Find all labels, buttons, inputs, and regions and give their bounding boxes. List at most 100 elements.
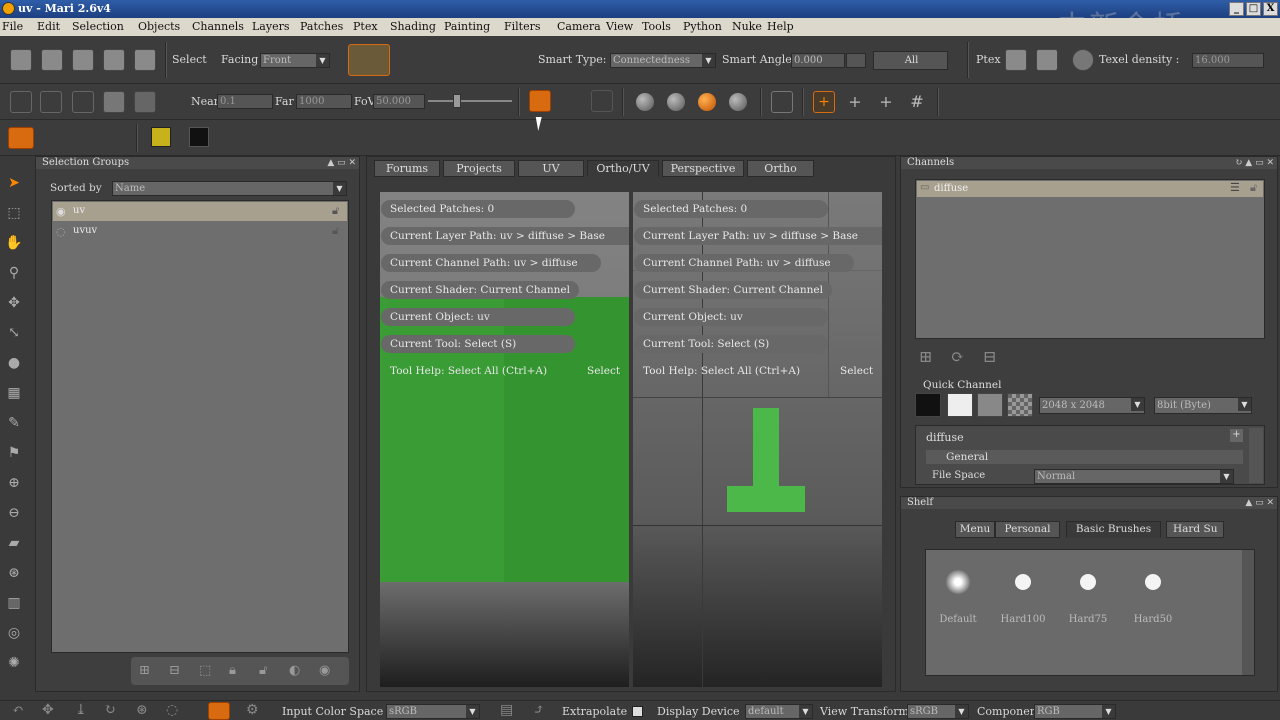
panel-window-controls[interactable]: ▲ ▭ ✕ <box>1245 497 1274 509</box>
select-tool-icon[interactable]: ➤ <box>5 174 23 192</box>
paint-buffer-icon[interactable] <box>529 90 551 112</box>
shelf-tab-hard-surface[interactable]: Hard Su <box>1166 521 1224 538</box>
brush-tool-icon[interactable]: ✎ <box>5 414 23 432</box>
orbit-icon[interactable]: ⊛ <box>136 702 148 718</box>
lock-icon[interactable]: 🔒︎ <box>229 663 236 678</box>
panel-window-controls[interactable]: ↻ ▲ ▭ ✕ <box>1235 157 1274 169</box>
all-button[interactable]: All <box>873 51 948 70</box>
hide-icon[interactable]: ◐ <box>289 663 300 678</box>
shelf-tab-menu[interactable]: Menu <box>955 521 995 538</box>
menu-selection[interactable]: Selection <box>72 20 124 33</box>
eye-icon[interactable]: ◉ <box>319 663 330 678</box>
menu-nuke[interactable]: Nuke <box>732 20 762 33</box>
save-icon[interactable] <box>72 49 94 71</box>
uv-shell-base[interactable] <box>727 486 805 512</box>
add-group-icon[interactable]: ⊞ <box>139 663 150 678</box>
menu-shading[interactable]: Shading <box>390 20 436 33</box>
smart-angle-input[interactable]: 0.000 <box>791 53 845 68</box>
polygon-select-icon[interactable] <box>448 49 470 71</box>
eye-icon[interactable] <box>40 127 62 149</box>
undo-icon[interactable]: ↶ <box>12 702 24 718</box>
mesh-select-icon[interactable] <box>493 49 515 71</box>
mirror-settings-icon[interactable] <box>979 91 1001 113</box>
input-color-space-dropdown[interactable]: sRGB ▼ <box>386 704 480 719</box>
arrow-down-icon[interactable]: ⤓ <box>75 702 87 718</box>
lock-icon[interactable]: 🔓︎ <box>1250 181 1257 195</box>
menu-camera[interactable]: Camera <box>557 20 601 33</box>
lasso-select-icon[interactable] <box>402 49 424 71</box>
close-button[interactable]: X <box>1263 2 1278 16</box>
document-icon[interactable]: ▤ <box>500 702 513 718</box>
move-icon[interactable]: ✥ <box>42 702 54 718</box>
globe-icon[interactable] <box>1072 49 1094 71</box>
general-group-header[interactable]: General <box>926 450 1243 464</box>
gear-icon[interactable] <box>560 90 582 112</box>
menu-file[interactable]: File <box>2 20 23 33</box>
rectangle-select-icon[interactable] <box>348 44 390 76</box>
menu-painting[interactable]: Painting <box>444 20 490 33</box>
lights-icon[interactable] <box>165 91 187 113</box>
uv-shell-stem[interactable] <box>753 408 779 488</box>
shelf-tab-personal[interactable]: Personal <box>995 521 1060 538</box>
paint-tool-icon[interactable]: ● <box>5 354 23 372</box>
texel-density-input[interactable]: 16.000 <box>1192 53 1264 68</box>
select-group-icon[interactable]: ⬚ <box>199 663 211 678</box>
blur-tool-icon[interactable]: ◎ <box>5 624 23 642</box>
menu-edit[interactable]: Edit <box>37 20 60 33</box>
tab-uv[interactable]: UV <box>518 160 584 177</box>
transparent-swatch[interactable] <box>1007 393 1033 417</box>
move-tool-icon[interactable]: ✥ <box>5 294 23 312</box>
brush-hard100[interactable]: Hard100 <box>993 574 1053 625</box>
view-transform-dropdown[interactable]: sRGB ▼ <box>907 704 969 719</box>
component-dropdown[interactable]: RGB ▼ <box>1034 704 1116 719</box>
maximize-button[interactable]: □ <box>1246 2 1261 16</box>
smart-type-dropdown[interactable]: Connectedness ▼ <box>610 53 716 68</box>
wireframe-icon[interactable] <box>771 91 793 113</box>
tab-ortho-uv[interactable]: Ortho/UV <box>587 160 659 177</box>
shelf-tab-basic-brushes[interactable]: Basic Brushes <box>1066 521 1161 538</box>
settings-icon[interactable]: ⚙ <box>246 702 259 718</box>
add-channel-icon[interactable]: ⊞ <box>919 347 932 366</box>
add-property-icon[interactable]: + <box>1230 429 1243 442</box>
list-item[interactable]: ▭ diffuse ☰ 🔓︎ <box>917 181 1263 197</box>
menu-patches[interactable]: Patches <box>300 20 343 33</box>
current-channel-shading-icon[interactable] <box>698 93 716 111</box>
curve-icon[interactable]: ⤴ <box>533 702 545 718</box>
ptex-resize-icon[interactable] <box>1005 49 1027 71</box>
close-project-icon[interactable] <box>41 49 63 71</box>
unlock-icon[interactable]: 🔓︎ <box>259 663 267 678</box>
gradient-tool-icon[interactable]: ▥ <box>5 594 23 612</box>
near-input[interactable]: 0.1 <box>217 94 273 109</box>
fov-slider-track[interactable] <box>428 100 512 102</box>
eye-icon[interactable] <box>102 127 124 149</box>
remove-group-icon[interactable]: ⊟ <box>169 663 180 678</box>
menu-view[interactable]: View <box>606 20 633 33</box>
tab-forums[interactable]: Forums <box>374 160 440 177</box>
zoom-icon[interactable]: ◌ <box>166 702 178 718</box>
flat-shading-icon[interactable] <box>636 93 654 111</box>
menu-ptex[interactable]: Ptex <box>353 20 378 33</box>
lock-icon[interactable]: 🔓︎ <box>332 224 339 238</box>
eye-icon[interactable] <box>71 127 93 149</box>
menu-help[interactable]: Help <box>767 20 794 33</box>
tab-ortho[interactable]: Ortho <box>747 160 814 177</box>
menu-tools[interactable]: Tools <box>642 20 671 33</box>
eye-camera-icon[interactable] <box>40 91 62 113</box>
circle-minus-tool-icon[interactable]: ⊖ <box>5 504 23 522</box>
frame-selection-icon[interactable] <box>103 91 125 113</box>
frame-all-icon[interactable] <box>72 91 94 113</box>
menu-icon[interactable]: ☰ <box>1230 181 1240 194</box>
background-color-swatch[interactable] <box>189 127 209 147</box>
snap-horizontal-icon[interactable]: + <box>844 91 866 113</box>
remove-channel-icon[interactable]: ⊟ <box>983 347 996 366</box>
white-swatch[interactable] <box>947 393 973 417</box>
fov-input[interactable]: 50.000 <box>373 94 425 109</box>
eye-icon[interactable]: ◌ <box>56 225 66 238</box>
facing-dropdown[interactable]: Front ▼ <box>260 53 330 68</box>
transform-tool-icon[interactable]: ⤡ <box>5 324 23 342</box>
refresh-channel-icon[interactable]: ⟳ <box>951 347 964 366</box>
marquee-tool-icon[interactable]: ⬚ <box>5 204 23 222</box>
basic-shading-icon[interactable] <box>667 93 685 111</box>
circle-plus-tool-icon[interactable]: ⊕ <box>5 474 23 492</box>
menu-python[interactable]: Python <box>683 20 722 33</box>
